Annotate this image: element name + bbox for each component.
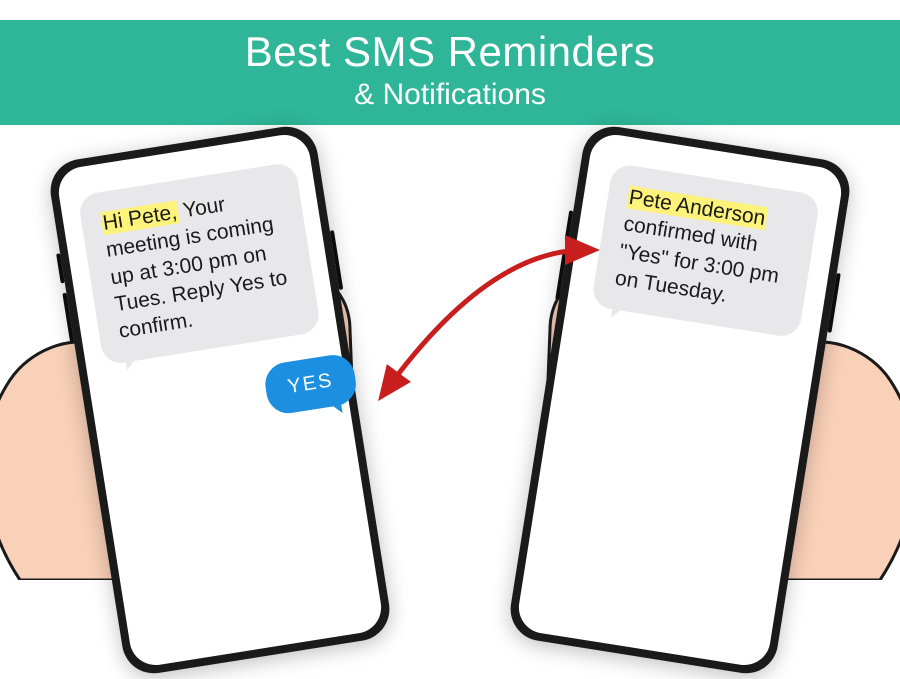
sms-incoming-bubble: Hi Pete, Your meeting is coming up at 3:… <box>77 161 321 366</box>
banner-subtitle: & Notifications <box>0 78 900 112</box>
banner-title: Best SMS Reminders <box>0 28 900 76</box>
sms-confirmation-bubble: Pete Anderson confirmed with "Yes" for 3… <box>591 163 821 339</box>
sync-arrow-icon <box>370 230 610 410</box>
sms-reply-text: YES <box>286 369 335 398</box>
sms-reply-bubble: YES <box>262 352 359 416</box>
header-banner: Best SMS Reminders & Notifications <box>0 20 900 125</box>
